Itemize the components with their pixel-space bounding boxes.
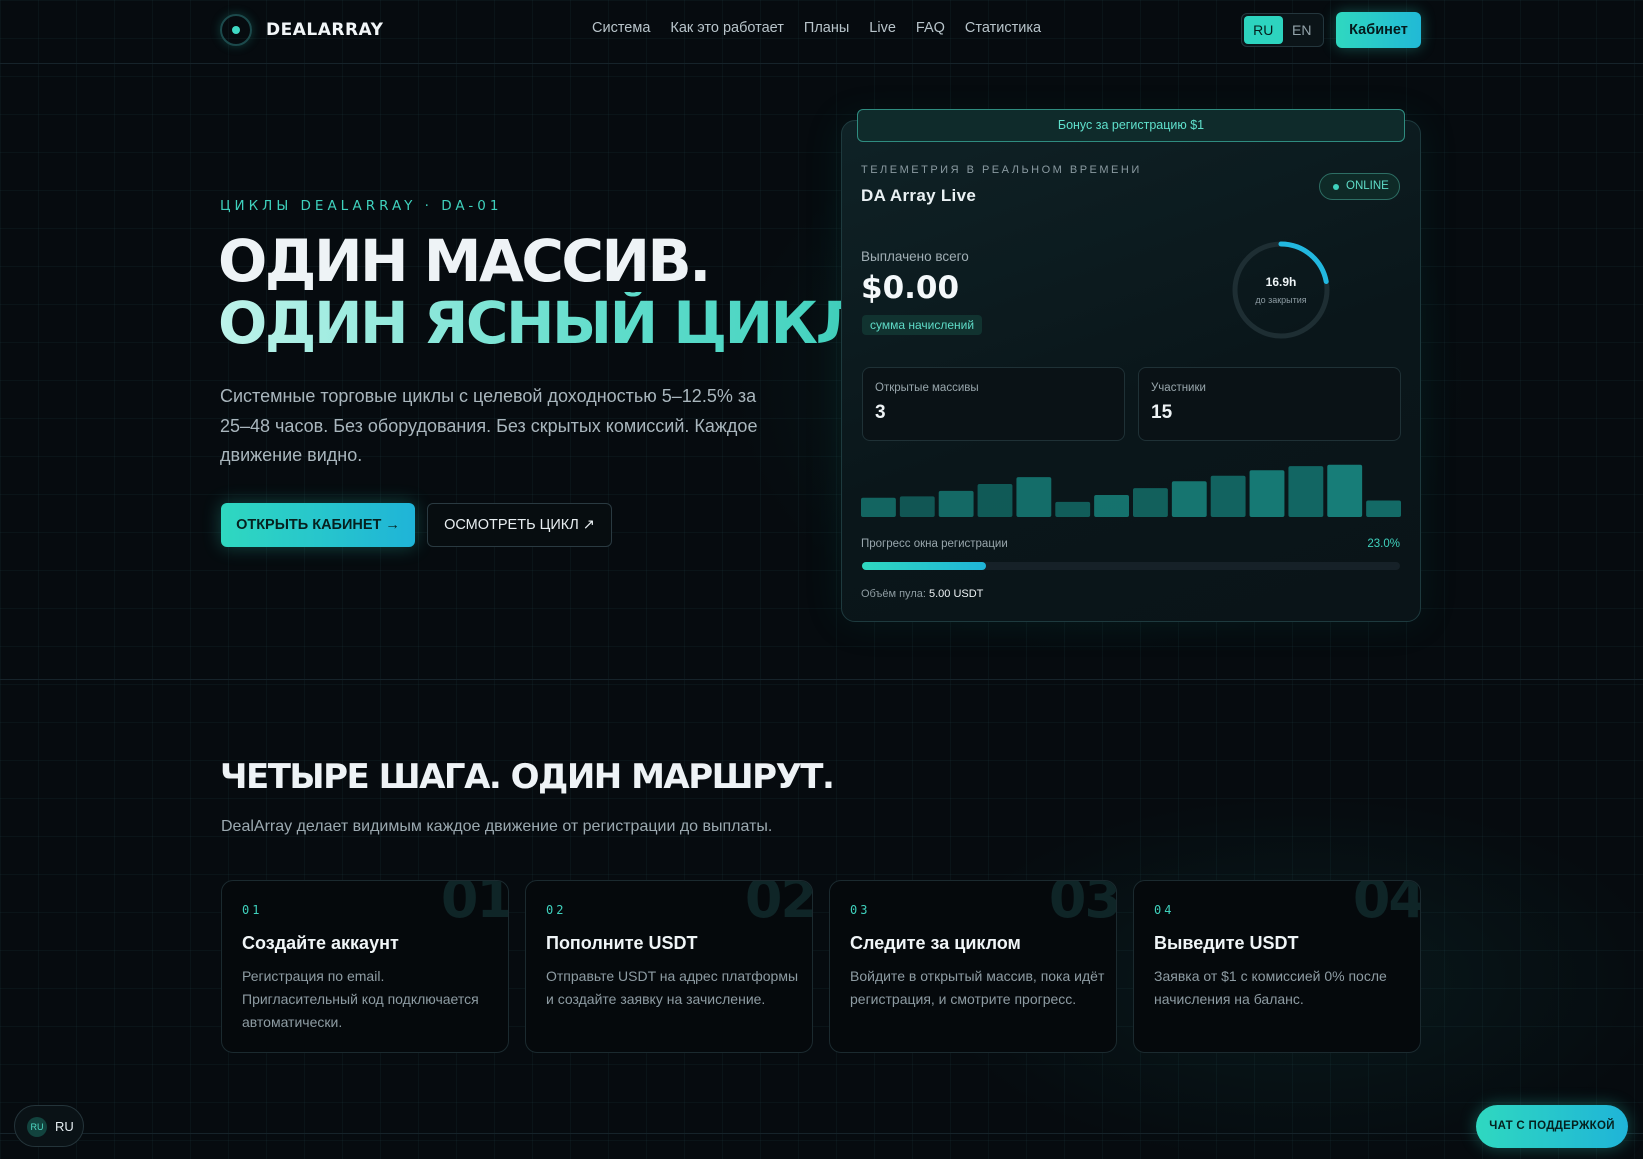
open-cabinet-button[interactable]: ОТКРЫТЬ КАБИНЕТ → (221, 503, 415, 547)
step-number: 02 (546, 903, 567, 917)
status-dot-icon (1333, 184, 1339, 190)
accrual-badge: сумма начислений (862, 315, 983, 335)
paid-total-value: $0.00 (861, 270, 960, 306)
step-card-3: 03 03 Следите за циклом Войдите в открыт… (829, 880, 1117, 1053)
participants-stat: Участники 15 (1138, 367, 1401, 441)
countdown-label: до закрытия (1255, 295, 1307, 305)
step-ghost-number: 04 (1352, 880, 1421, 930)
hero-lead: Системные торговые циклы с целевой доход… (220, 386, 758, 465)
step-card-1: 01 01 Создайте аккаунт Регистрация по em… (221, 880, 509, 1053)
step-description: Регистрация по email. Пригласительный ко… (242, 968, 479, 1030)
registration-progress-bar (862, 562, 1400, 570)
status-text: ONLINE (1346, 180, 1389, 192)
section-divider (0, 679, 1643, 680)
support-chat-button[interactable]: ЧАТ С ПОДДЕРЖКОЙ (1476, 1105, 1628, 1148)
activity-bar (1094, 495, 1129, 517)
participants-value: 15 (1151, 402, 1173, 423)
open-arrays-value: 3 (875, 402, 886, 423)
open-arrays-label: Открытые массивы (875, 382, 979, 394)
step-number: 01 (242, 903, 263, 917)
activity-bars (861, 464, 1401, 517)
activity-bar (1249, 470, 1285, 517)
hero-title-line2: ОДИН ЯСНЫЙ ЦИКЛ. (218, 289, 883, 357)
step-title: Пополните USDT (546, 933, 698, 953)
nav-item-stats[interactable]: Статистика (965, 20, 1041, 36)
step-ghost-number: 02 (744, 880, 813, 930)
steps-title: ЧЕТЫРЕ ШАГА. ОДИН МАРШРУТ. (220, 757, 835, 797)
registration-progress-fill (862, 562, 986, 570)
hero-title: ОДИН МАССИВ. ОДИН ЯСНЫЙ ЦИКЛ. (218, 227, 883, 357)
step-ghost-number: 03 (1048, 880, 1117, 930)
cabinet-button[interactable]: Кабинет (1336, 12, 1421, 48)
activity-bar (899, 496, 935, 517)
activity-bar (977, 484, 1013, 517)
telemetry-title: DA Array Live (861, 186, 977, 205)
step-number: 04 (1154, 903, 1175, 917)
step-number: 03 (850, 903, 871, 917)
step-description: Заявка от $1 с комиссией 0% после начисл… (1154, 968, 1387, 1007)
activity-bar (1055, 501, 1091, 517)
registration-bonus-banner[interactable]: Бонус за регистрацию $1 (857, 109, 1405, 142)
activity-bar (938, 490, 974, 517)
step-title: Создайте аккаунт (242, 933, 399, 953)
lang-en-button[interactable]: EN (1283, 16, 1322, 44)
registration-progress-percent: 23.0% (1367, 538, 1400, 550)
language-toggle: RU EN (1241, 13, 1324, 47)
activity-bar (1210, 475, 1246, 517)
step-card-2: 02 02 Пополните USDT Отправьте USDT на а… (525, 880, 813, 1053)
telemetry-label: ТЕЛЕМЕТРИЯ В РЕАЛЬНОМ ВРЕМЕНИ (861, 164, 1142, 176)
nav-item-live[interactable]: Live (869, 20, 896, 36)
open-arrays-stat: Открытые массивы 3 (862, 367, 1125, 441)
registration-progress-label: Прогресс окна регистрации (861, 538, 1008, 550)
activity-bar (1366, 500, 1401, 517)
view-cycle-button[interactable]: ОСМОТРЕТЬ ЦИКЛ ↗ (427, 503, 612, 547)
bottom-divider (0, 1133, 1643, 1134)
pool-volume-label: Объём пула: (861, 588, 926, 600)
activity-bar (1016, 477, 1052, 517)
logo-icon (220, 14, 252, 46)
language-badge-icon: RU (27, 1117, 47, 1137)
hero-eyebrow: ЦИКЛЫ DEALARRAY · DA-01 (220, 198, 503, 214)
nav-item-plans[interactable]: Планы (804, 20, 849, 36)
step-description: Войдите в открытый массив, пока идёт рег… (850, 968, 1105, 1007)
step-title: Следите за циклом (850, 933, 1021, 953)
status-badge: ONLINE (1319, 173, 1400, 200)
main-nav: Система Как это работает Планы Live FAQ … (592, 20, 1041, 36)
activity-bar (1288, 466, 1324, 517)
language-switcher-label: RU (55, 1119, 74, 1134)
steps-subtitle: DealArray делает видимым каждое движение… (221, 818, 773, 835)
countdown-ring (1232, 241, 1330, 339)
logo-text: DEALARRAY (266, 20, 384, 40)
nav-item-faq[interactable]: FAQ (916, 20, 945, 36)
step-title: Выведите USDT (1154, 933, 1299, 953)
paid-total-label: Выплачено всего (861, 249, 969, 264)
lang-ru-button[interactable]: RU (1244, 16, 1283, 44)
logo[interactable]: DEALARRAY (220, 14, 383, 46)
activity-bar (1171, 481, 1207, 517)
step-ghost-number: 01 (440, 880, 509, 930)
language-switcher[interactable]: RU RU (14, 1105, 84, 1147)
nav-item-system[interactable]: Система (592, 20, 650, 36)
step-description: Отправьте USDT на адрес платформы и созд… (546, 968, 799, 1007)
activity-bar (1133, 488, 1168, 517)
step-card-4: 04 04 Выведите USDT Заявка от $1 с комис… (1133, 880, 1421, 1053)
hero-title-line1: ОДИН МАССИВ. (218, 227, 711, 295)
countdown-value: 16.9h (1265, 275, 1297, 289)
site-header: DEALARRAY Система Как это работает Планы… (0, 0, 1643, 64)
nav-item-how-it-works[interactable]: Как это работает (670, 20, 783, 36)
pool-volume-value: 5.00 USDT (928, 588, 984, 600)
activity-bar (1327, 464, 1363, 517)
participants-label: Участники (1151, 382, 1206, 394)
activity-bar (861, 497, 896, 517)
pool-volume: Объём пула: 5.00 USDT (861, 588, 983, 600)
